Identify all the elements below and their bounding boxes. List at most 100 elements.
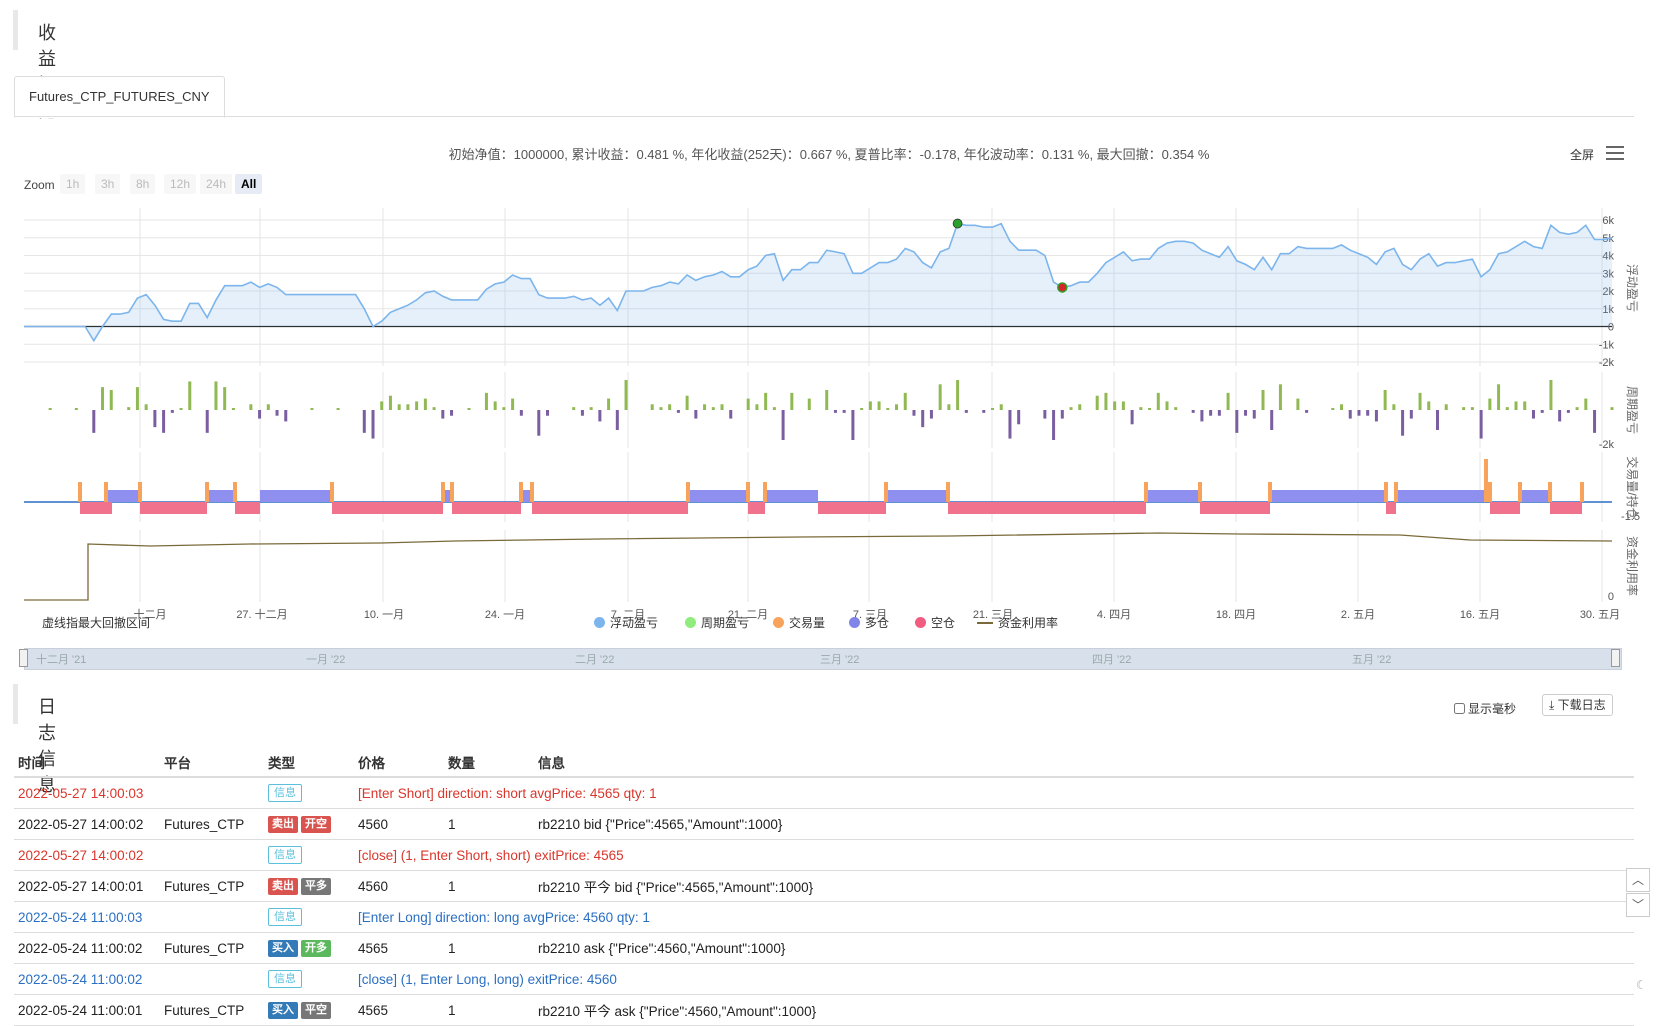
legend-label: 多仓	[865, 616, 890, 630]
sell-badge: 卖出	[268, 816, 298, 833]
legend-item-floating-pnl[interactable]: 浮动盈亏	[594, 614, 658, 631]
cell-price: 4560	[354, 808, 444, 840]
period-pnl-bar	[703, 404, 707, 410]
x-tick-label: 18. 四月	[1216, 609, 1256, 621]
col-info[interactable]: 信息	[534, 748, 1634, 778]
legend-item-long[interactable]: 多仓	[849, 614, 889, 631]
long-position-bar	[765, 490, 818, 502]
table-row[interactable]: 2022-05-27 14:00:03 信息 [Enter Short] dir…	[14, 777, 1634, 809]
download-log-button[interactable]: ⤓ 下载日志	[1542, 694, 1613, 716]
cell-info: rb2210 平今 ask {"Price":4560,"Amount":100…	[534, 994, 1634, 1026]
cell-qty: 1	[444, 932, 534, 964]
legend-label: 周期盈亏	[701, 616, 750, 630]
period-pnl-bar	[1531, 410, 1535, 419]
cell-type: 买入 开多	[264, 932, 354, 964]
scroll-down-button[interactable]: ﹀	[1626, 893, 1650, 917]
table-row[interactable]: 2022-05-27 14:00:02 信息 [close] (1, Enter…	[14, 839, 1634, 871]
cell-platform: Futures_CTP	[160, 870, 264, 902]
navigator-left-handle[interactable]	[19, 649, 28, 667]
legend-item-period-pnl[interactable]: 周期盈亏	[685, 614, 749, 631]
cell-type: 卖出 开空	[264, 808, 354, 840]
period-pnl-bar	[1217, 410, 1221, 416]
short-position-bar	[332, 502, 443, 514]
period-pnl-bar	[1392, 404, 1396, 410]
period-pnl-bar	[694, 410, 698, 419]
period-pnl-bar	[1462, 407, 1466, 410]
period-pnl-bar	[1209, 410, 1213, 416]
legend-item-utilization[interactable]: 资金利用率	[977, 614, 1058, 631]
short-position-bar	[235, 502, 260, 514]
volume-bar	[1384, 482, 1388, 502]
period-pnl-bar	[432, 407, 436, 410]
table-row[interactable]: 2022-05-24 11:00:01 Futures_CTP 买入 平空 456…	[14, 994, 1634, 1026]
dark-mode-icon[interactable]: ☾	[1636, 978, 1647, 992]
cell-type: 信息	[264, 839, 354, 871]
col-qty[interactable]: 数量	[444, 748, 534, 778]
cell-message: [Enter Short] direction: short avgPrice:…	[354, 777, 1634, 809]
cell-message: [close] (1, Enter Long, long) exitPrice:…	[354, 963, 1634, 995]
cell-qty: 1	[444, 808, 534, 840]
short-position-bar	[948, 502, 1146, 514]
trough-marker	[1057, 282, 1068, 293]
period-pnl-bar	[493, 401, 497, 410]
legend-item-volume[interactable]: 交易量	[773, 614, 825, 631]
period-pnl-bar	[1575, 407, 1579, 410]
period-pnl-bar	[947, 404, 951, 410]
period-pnl-bar	[668, 404, 672, 410]
table-row[interactable]: 2022-05-24 11:00:02 Futures_CTP 买入 开多 456…	[14, 932, 1634, 964]
info-badge: 信息	[268, 784, 302, 802]
period-pnl-bar	[546, 410, 550, 416]
panel-axis-title: 交易量/持仓	[1625, 456, 1640, 519]
volume-bar	[763, 482, 767, 502]
col-price[interactable]: 价格	[354, 748, 444, 778]
legend-dot	[849, 617, 860, 628]
x-tick-label: 24. 一月	[485, 609, 525, 621]
period-pnl-bar	[589, 407, 593, 410]
col-type[interactable]: 类型	[264, 748, 354, 778]
period-pnl-bar	[336, 408, 340, 410]
volume-bar	[450, 482, 454, 502]
short-position-bar	[532, 502, 688, 514]
show-ms-checkbox[interactable]: 显示毫秒	[1454, 700, 1516, 717]
period-pnl-bar	[48, 408, 52, 410]
x-tick-label: 30. 五月	[1580, 609, 1620, 621]
cell-time: 2022-05-27 14:00:02	[14, 839, 160, 871]
cell-time: 2022-05-24 11:00:03	[14, 901, 160, 933]
info-badge: 信息	[268, 846, 302, 864]
period-pnl-bar	[938, 384, 942, 410]
short-position-bar	[1550, 502, 1582, 514]
period-pnl-bar	[1104, 392, 1108, 410]
period-pnl-bar	[1558, 410, 1562, 422]
cell-time: 2022-05-27 14:00:03	[14, 777, 160, 809]
period-pnl-bar	[266, 404, 270, 410]
show-ms-checkbox-input[interactable]	[1454, 703, 1465, 714]
scroll-up-button[interactable]: ︿	[1626, 868, 1650, 892]
panel-axis-title: 浮动盈亏	[1625, 264, 1639, 312]
navigator-label: 一月 '22	[306, 654, 346, 666]
period-pnl-bar	[1418, 392, 1422, 410]
period-pnl-bar	[1409, 410, 1413, 419]
period-pnl-bar	[607, 398, 611, 410]
navigator-right-handle[interactable]	[1611, 649, 1620, 667]
legend-item-short[interactable]: 空仓	[915, 614, 955, 631]
period-pnl-bar	[1078, 404, 1082, 410]
period-pnl-bar	[921, 410, 925, 428]
col-time[interactable]: 时间	[14, 748, 160, 778]
legend-dot	[915, 617, 926, 628]
table-row[interactable]: 2022-05-24 11:00:03 信息 [Enter Long] dire…	[14, 901, 1634, 933]
table-row[interactable]: 2022-05-27 14:00:02 Futures_CTP 卖出 开空 456…	[14, 808, 1634, 840]
period-pnl-bar	[362, 410, 366, 433]
short-position-bar	[748, 502, 765, 514]
table-row[interactable]: 2022-05-27 14:00:01 Futures_CTP 卖出 平多 456…	[14, 870, 1634, 902]
period-pnl-bar	[1488, 398, 1492, 410]
period-pnl-bar	[1549, 380, 1553, 410]
open-long-badge: 开多	[301, 940, 331, 957]
period-pnl-bar	[1593, 410, 1597, 433]
col-platform[interactable]: 平台	[160, 748, 264, 778]
table-row[interactable]: 2022-05-24 11:00:02 信息 [close] (1, Enter…	[14, 963, 1634, 995]
period-pnl-bar	[1470, 407, 1474, 410]
performance-chart[interactable]: 6k5k4k3k2k1k0-1k-2k-2k-1.50浮动盈亏周期盈亏交易量/持…	[0, 0, 1658, 650]
volume-bar	[530, 482, 534, 502]
period-pnl-bar	[1244, 410, 1248, 416]
period-pnl-bar	[711, 407, 715, 410]
